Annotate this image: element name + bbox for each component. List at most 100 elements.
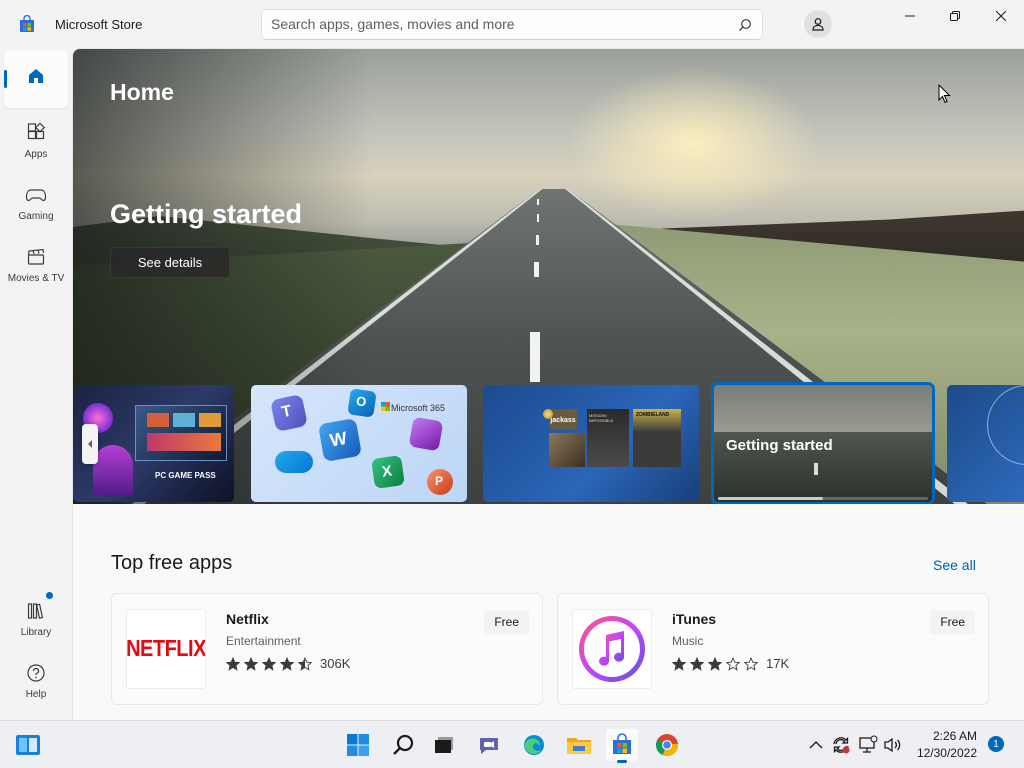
microsoft-logo-icon	[381, 402, 390, 411]
card-decoration	[987, 385, 1024, 465]
search-icon	[393, 734, 414, 755]
clock-date: 12/30/2022	[916, 746, 977, 760]
road-dash	[534, 262, 539, 277]
teams-chat-button[interactable]	[473, 729, 505, 761]
star-icon	[690, 656, 704, 671]
sync-tray-button[interactable]	[831, 735, 851, 755]
active-app-indicator	[617, 760, 627, 763]
price-button[interactable]: Free	[484, 610, 529, 634]
account-button[interactable]	[804, 10, 832, 38]
minimize-icon	[905, 15, 915, 17]
restore-icon	[950, 11, 960, 21]
store-icon	[613, 733, 631, 754]
user-icon	[812, 18, 824, 31]
rating-count: 17K	[766, 656, 790, 671]
chat-icon	[480, 738, 498, 754]
volume-tray-button[interactable]	[883, 735, 903, 755]
road-dash	[536, 235, 539, 245]
folder-icon	[567, 738, 591, 754]
star-rating	[672, 656, 758, 671]
notification-badge[interactable]: 1	[988, 736, 1004, 752]
app-category: Entertainment	[226, 634, 301, 648]
teams-icon: T	[270, 394, 308, 432]
sidebar-item-movies-tv[interactable]: Movies & TV	[4, 236, 68, 294]
itunes-logo	[572, 609, 652, 689]
carousel-prev-button[interactable]	[82, 424, 98, 464]
star-icon	[262, 656, 276, 671]
sidebar-item-home[interactable]	[4, 50, 68, 108]
app-category: Music	[672, 634, 704, 648]
network-tray-button[interactable]	[858, 735, 878, 755]
start-button[interactable]	[342, 729, 374, 761]
widgets-icon	[16, 735, 40, 755]
store-logo-icon	[20, 15, 34, 32]
app-title: Microsoft Store	[55, 17, 143, 32]
carousel-card-getting-started[interactable]: Getting started	[711, 382, 935, 504]
star-icon	[226, 656, 240, 671]
app-name: iTunes	[672, 611, 717, 627]
edge-icon	[524, 735, 544, 755]
task-view-button[interactable]	[428, 729, 460, 761]
restore-button[interactable]	[932, 0, 978, 32]
help-icon	[27, 663, 45, 682]
speaker-icon	[884, 737, 901, 753]
network-icon	[859, 735, 878, 753]
chevron-left-icon	[88, 440, 92, 448]
apps-icon	[27, 122, 46, 139]
search-icon[interactable]	[738, 18, 752, 32]
chrome-icon	[656, 734, 679, 756]
sidebar-item-apps[interactable]: Apps	[4, 112, 68, 170]
sidebar-item-gaming[interactable]: Gaming	[4, 174, 68, 232]
sidebar-item-label: Movies & TV	[7, 272, 65, 284]
onenote-icon	[408, 416, 444, 452]
see-details-button[interactable]: See details	[110, 247, 230, 278]
road-dash	[537, 214, 539, 222]
gamepass-screen-tile	[147, 413, 169, 427]
taskbar-search-button[interactable]	[387, 729, 419, 761]
onedrive-icon	[275, 451, 313, 473]
movie-poster: MISSION: IMPOSSIBLE	[587, 409, 629, 467]
carousel-card-next[interactable]	[947, 385, 1024, 502]
chrome-button[interactable]	[651, 729, 683, 761]
taskbar-clock[interactable]: 2:26 AM 12/30/2022	[915, 728, 977, 762]
show-hidden-icons-button[interactable]	[806, 735, 826, 755]
task-view-icon	[435, 737, 453, 753]
app-rating: 17K	[672, 656, 789, 671]
carousel-card-movies[interactable]: jackass MISSION: IMPOSSIBLE ZOMBIELAND	[483, 385, 699, 502]
sync-icon	[833, 736, 850, 754]
star-icon	[244, 656, 258, 671]
sidebar-item-library[interactable]: Library	[4, 590, 68, 648]
road-dash	[530, 332, 540, 382]
app-card-itunes[interactable]: iTunes Music 17K Free	[557, 593, 989, 705]
star-icon	[298, 656, 312, 671]
see-all-link[interactable]: See all	[933, 557, 976, 573]
m365-label: Microsoft 365	[391, 403, 446, 413]
gamepass-screen-tile	[147, 433, 221, 451]
sidebar-item-help[interactable]: Help	[4, 652, 68, 710]
road-dash	[814, 463, 818, 475]
hero-heading: Getting started	[110, 199, 303, 229]
file-explorer-button[interactable]	[563, 729, 595, 761]
library-icon	[27, 602, 44, 619]
getting-started-sky	[714, 385, 932, 432]
outlook-icon: O	[347, 388, 377, 418]
clock-time: 2:26 AM	[932, 729, 977, 743]
carousel-card-microsoft-365[interactable]: Microsoft 365 T O W X P	[251, 385, 467, 502]
minimize-button[interactable]	[887, 0, 933, 32]
star-rating	[226, 656, 312, 671]
edge-button[interactable]	[518, 729, 550, 761]
active-indicator	[4, 70, 7, 88]
search-box[interactable]	[261, 9, 763, 40]
close-button[interactable]	[978, 0, 1024, 32]
main-content: Home Getting started See details PC GAME…	[72, 48, 1024, 720]
home-icon	[29, 69, 43, 83]
store-taskbar-button[interactable]	[606, 729, 638, 763]
movie-poster: jackass	[549, 409, 577, 429]
gamepass-label: PC GAME PASS	[155, 471, 216, 480]
gamepad-icon	[25, 188, 47, 201]
app-card-netflix[interactable]: NETFLIX Netflix Entertainment 306K Free	[111, 593, 543, 705]
widgets-button[interactable]	[12, 729, 44, 761]
search-input[interactable]	[271, 16, 711, 32]
excel-icon: X	[371, 455, 405, 489]
price-button[interactable]: Free	[930, 610, 975, 634]
